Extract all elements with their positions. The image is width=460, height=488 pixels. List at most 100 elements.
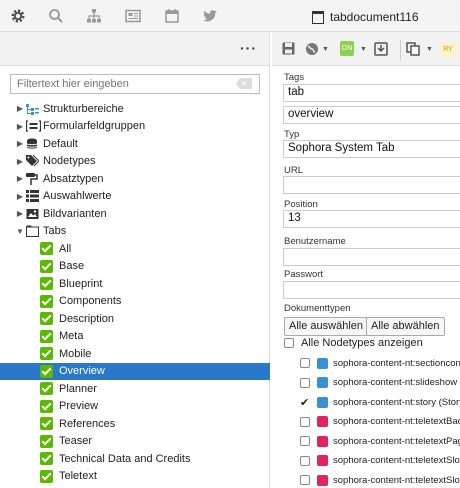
- save-icon[interactable]: [282, 42, 295, 56]
- deselect-all-button[interactable]: Alle abwählen: [366, 317, 445, 336]
- tab-item[interactable]: Teletext: [0, 468, 270, 486]
- expanded-arrow-icon[interactable]: ▼: [14, 227, 26, 236]
- nodetype-icon: [317, 435, 328, 447]
- collapsed-arrow-icon[interactable]: ▶: [14, 139, 26, 148]
- collapsed-arrow-icon[interactable]: ▶: [14, 104, 26, 113]
- position-label: Position: [284, 199, 318, 210]
- tree-item-label: Tabs: [43, 225, 67, 238]
- sitemap-icon[interactable]: [86, 8, 102, 24]
- tab-item[interactable]: Teaser: [0, 433, 270, 451]
- select-all-button[interactable]: Alle auswählen: [284, 317, 368, 336]
- nodetype-item[interactable]: sophora-content-nt:slideshow (Slid: [300, 375, 460, 391]
- tab-item-label: Teletext: [59, 470, 97, 483]
- tab-item[interactable]: Description: [0, 310, 270, 328]
- nodetype-item[interactable]: sophora-content-nt:teletextBackgr: [300, 414, 460, 430]
- tree-item-formularfeldgruppen[interactable]: ▶ Formularfeldgruppen: [0, 118, 270, 136]
- nodetype-icon: [317, 377, 328, 388]
- collapsed-arrow-icon[interactable]: ▶: [14, 192, 26, 201]
- newspaper-icon[interactable]: [125, 8, 141, 24]
- active-check-icon: [40, 294, 53, 308]
- tab-item[interactable]: Meta: [0, 328, 270, 346]
- tab-item[interactable]: Planner: [0, 380, 270, 398]
- export-icon[interactable]: [374, 42, 388, 56]
- nodetype-checkbox[interactable]: [300, 436, 310, 446]
- active-check-icon: [40, 382, 53, 396]
- position-field[interactable]: 13: [283, 210, 460, 228]
- tags-field[interactable]: tab: [283, 84, 460, 102]
- collapsed-arrow-icon[interactable]: ▶: [14, 209, 26, 218]
- typ-field[interactable]: Sophora System Tab: [283, 140, 460, 158]
- name-field[interactable]: overview: [283, 106, 460, 124]
- more-options-icon[interactable]: ···: [240, 40, 257, 56]
- tab-item[interactable]: Blueprint: [0, 275, 270, 293]
- copy-icon[interactable]: [406, 42, 420, 56]
- checked-icon[interactable]: ✔: [300, 396, 310, 409]
- structure-icon: [26, 103, 39, 115]
- tree-item-default[interactable]: ▶ Default: [0, 135, 270, 153]
- username-field[interactable]: [283, 248, 460, 266]
- password-label: Passwort: [284, 269, 324, 280]
- show-all-nodetypes-checkbox[interactable]: [284, 338, 294, 348]
- tab-item-label: Preview: [59, 400, 99, 413]
- status-dropdown-icon[interactable]: ▼: [360, 46, 367, 60]
- tab-item-label: Blueprint: [59, 277, 103, 290]
- nodetype-icon: [317, 416, 328, 427]
- tree-item-auswahlwerte[interactable]: ▶ Auswahlwerte: [0, 188, 270, 206]
- nodetype-item[interactable]: sophora-content-nt:teletextSlot (Te: [300, 453, 460, 469]
- nodetype-checkbox[interactable]: [300, 455, 310, 466]
- tree-item-label: Bildvarianten: [43, 207, 107, 220]
- nodetype-checkbox[interactable]: [300, 416, 310, 427]
- nodetype-item[interactable]: sophora-content-nt:sectionconfigu: [300, 355, 460, 371]
- nodetype-item[interactable]: sophora-content-nt:teletextSlotRan: [300, 472, 460, 488]
- tags-label: Tags: [284, 72, 305, 83]
- nodetype-item[interactable]: ✔ sophora-content-nt:story (Story): [300, 394, 460, 410]
- nodetype-checkbox[interactable]: [300, 358, 310, 368]
- show-all-nodetypes-toggle[interactable]: Alle Nodetypes anzeigen: [284, 337, 423, 349]
- search-icon[interactable]: [48, 8, 64, 24]
- tree-item-strukturbereiche[interactable]: ▶ Strukturbereiche: [0, 100, 270, 118]
- tree-item-tabs[interactable]: ▼ Tabs: [0, 223, 270, 241]
- active-check-icon: [40, 242, 53, 256]
- tab-item[interactable]: References: [0, 415, 270, 433]
- tab-item[interactable]: Preview: [0, 398, 270, 416]
- tree-item-bildvarianten[interactable]: ▶ Bildvarianten: [0, 205, 270, 223]
- nodetype-label: sophora-content-nt:teletextBackgr: [333, 416, 460, 427]
- filter-input[interactable]: [10, 74, 260, 94]
- globe-dropdown-icon[interactable]: ▼: [322, 46, 329, 60]
- on-status-badge[interactable]: ON: [340, 41, 354, 56]
- gear-icon[interactable]: [10, 8, 26, 24]
- left-pane-header: ···: [0, 32, 269, 66]
- tree-item-nodetypes[interactable]: ▶ Nodetypes: [0, 153, 270, 171]
- left-pane: ··· ✕ ▶Strukturbereiche▶Formularfeldgrup…: [0, 32, 270, 488]
- nodetype-label: sophora-content-nt:slideshow (Slid: [333, 377, 460, 388]
- nodetype-label: sophora-content-nt:story (Story): [333, 396, 460, 408]
- collapsed-arrow-icon[interactable]: ▶: [14, 122, 26, 131]
- nodetype-icon: [317, 455, 328, 466]
- tree-item-absatztypen[interactable]: ▶ Absatztypen: [0, 170, 270, 188]
- calendar-icon[interactable]: [164, 8, 180, 24]
- password-field[interactable]: [283, 281, 460, 299]
- ry-badge[interactable]: RY: [440, 43, 456, 56]
- tab-item-label: Technical Data and Credits: [59, 452, 191, 465]
- twitter-icon[interactable]: [202, 8, 218, 24]
- tab-item[interactable]: Mobile: [0, 345, 270, 363]
- username-label: Benutzername: [284, 236, 346, 247]
- tab-item[interactable]: Technical Data and Credits: [0, 450, 270, 468]
- collapsed-arrow-icon[interactable]: ▶: [14, 157, 26, 166]
- document-tab[interactable]: tabdocument116: [312, 7, 419, 27]
- active-check-icon: [40, 399, 53, 413]
- nodetype-item[interactable]: sophora-content-nt:teletextPage (Te: [300, 433, 460, 449]
- globe-icon[interactable]: [305, 42, 319, 56]
- url-field[interactable]: [283, 176, 460, 194]
- tab-item[interactable]: Base: [0, 258, 270, 276]
- tab-item[interactable]: Overview: [0, 362, 270, 380]
- tab-item-label: Description: [59, 312, 115, 325]
- collapsed-arrow-icon[interactable]: ▶: [14, 174, 26, 183]
- nodetype-icon: [317, 474, 328, 486]
- copy-dropdown-icon[interactable]: ▼: [426, 46, 433, 60]
- tab-item[interactable]: All: [0, 240, 270, 258]
- nodetype-checkbox[interactable]: [300, 377, 310, 388]
- paragraph-icon: [26, 172, 39, 185]
- tab-item[interactable]: Components: [0, 293, 270, 311]
- nodetype-checkbox[interactable]: [300, 475, 310, 485]
